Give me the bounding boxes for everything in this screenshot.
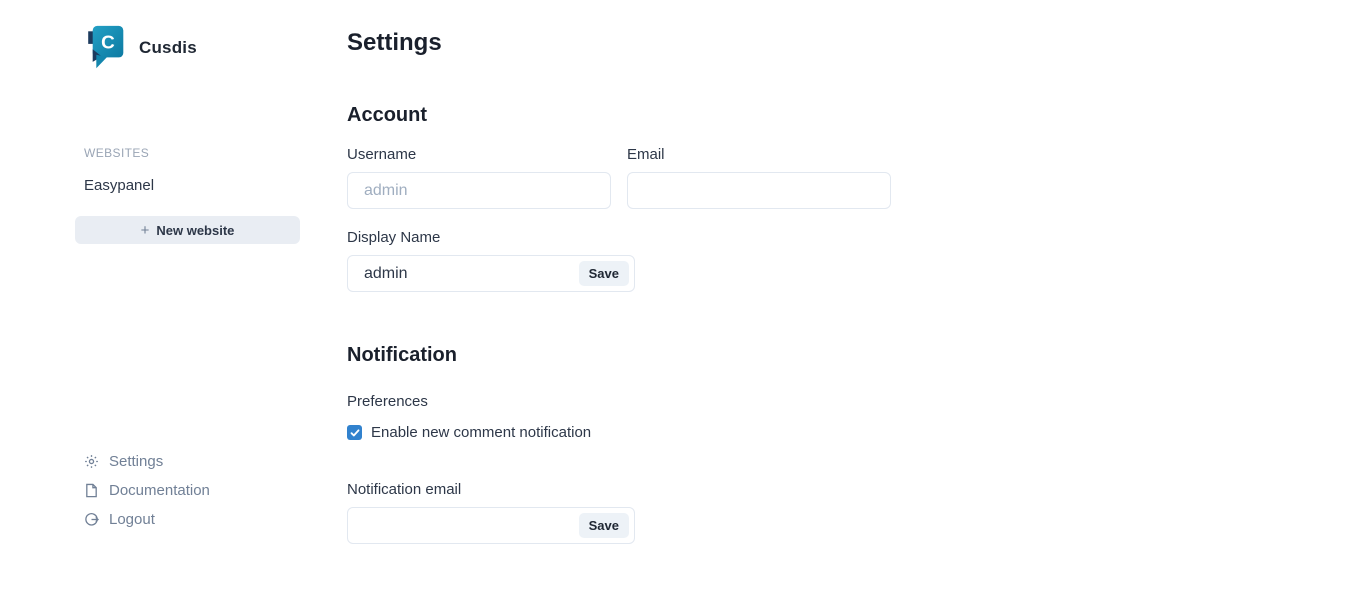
username-label: Username (347, 146, 611, 163)
username-field-block: Username (347, 146, 611, 209)
svg-text:C: C (101, 32, 115, 53)
sidebar-documentation-label: Documentation (109, 482, 210, 499)
logo: C Cusdis (75, 25, 300, 70)
document-icon (84, 483, 99, 498)
notification-email-field-block: Notification email Save (347, 481, 967, 544)
new-website-button[interactable]: + New website (75, 216, 300, 244)
sidebar-item-logout[interactable]: Logout (84, 511, 300, 528)
sidebar-item-documentation[interactable]: Documentation (84, 482, 300, 499)
display-name-label: Display Name (347, 229, 967, 246)
page-title: Settings (347, 30, 967, 56)
email-label: Email (627, 146, 891, 163)
display-name-input-group: Save (347, 255, 635, 292)
notification-email-save-button[interactable]: Save (579, 513, 629, 538)
app-layout: C Cusdis WEBSITES Easypanel + New websit… (0, 0, 1365, 613)
new-website-label: New website (156, 223, 234, 238)
main-content: Settings Account Username Email Display … (347, 0, 967, 613)
cusdis-logo-icon: C (88, 25, 128, 70)
notification-email-label: Notification email (347, 481, 967, 498)
app-title: Cusdis (139, 38, 197, 58)
sidebar-spacer (75, 244, 300, 453)
email-field[interactable] (627, 172, 891, 209)
sidebar-footer-nav: Settings Documentation Logout (75, 453, 300, 528)
plus-icon: + (141, 223, 150, 238)
email-field-block: Email (627, 146, 891, 209)
sidebar-item-settings[interactable]: Settings (84, 453, 300, 470)
gear-icon (84, 454, 99, 469)
preferences-label: Preferences (347, 393, 967, 410)
enable-notification-label: Enable new comment notification (371, 424, 591, 441)
sidebar: C Cusdis WEBSITES Easypanel + New websit… (75, 0, 300, 613)
notification-email-input-group: Save (347, 507, 635, 544)
display-name-field-block: Display Name Save (347, 229, 967, 292)
sidebar-logout-label: Logout (109, 511, 155, 528)
sidebar-settings-label: Settings (109, 453, 163, 470)
account-section-heading: Account (347, 104, 967, 127)
display-name-save-button[interactable]: Save (579, 261, 629, 286)
account-fields-grid: Username Email (347, 146, 967, 209)
notification-section-heading: Notification (347, 344, 967, 367)
sidebar-item-easypanel[interactable]: Easypanel (75, 177, 300, 194)
username-input[interactable] (347, 172, 611, 209)
logout-icon (84, 512, 99, 527)
checkbox-checked-icon[interactable] (347, 425, 362, 440)
websites-section-label: WEBSITES (75, 146, 300, 160)
enable-notification-checkbox[interactable]: Enable new comment notification (347, 424, 967, 441)
